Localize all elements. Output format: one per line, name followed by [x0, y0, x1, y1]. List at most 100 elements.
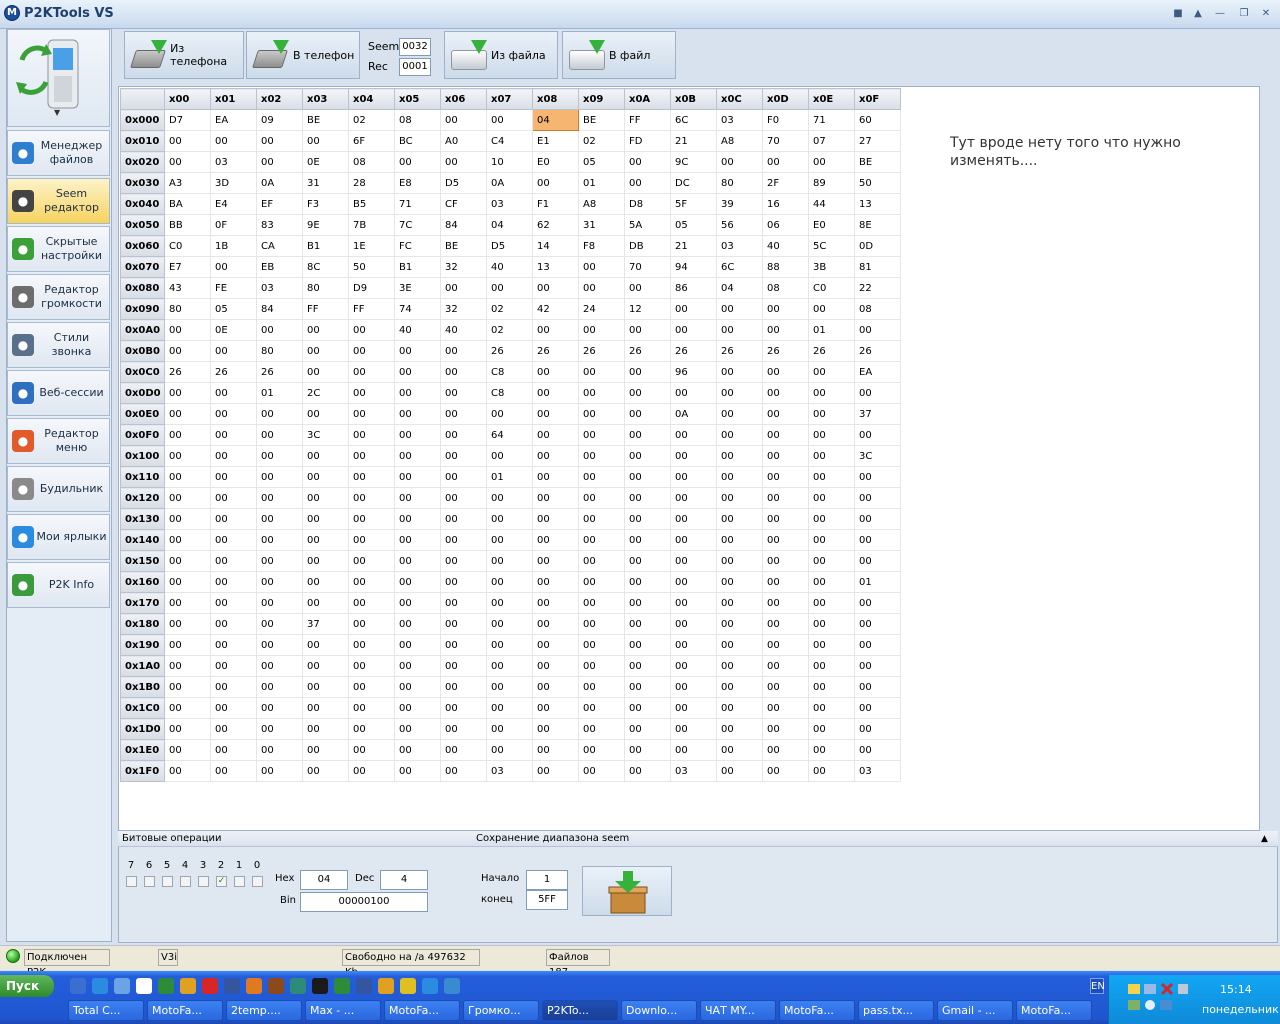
hex-cell[interactable]: 00 [486, 277, 533, 299]
hex-cell[interactable]: 00 [624, 592, 671, 614]
hex-cell[interactable]: 00 [762, 676, 809, 698]
hex-cell[interactable]: 00 [762, 487, 809, 509]
hex-cell[interactable]: 00 [256, 592, 303, 614]
hex-cell[interactable]: 00 [624, 277, 671, 299]
hex-cell[interactable]: 00 [532, 592, 579, 614]
hex-cell[interactable]: 05 [578, 151, 625, 173]
hex-cell[interactable]: 00 [164, 739, 211, 761]
hex-field[interactable]: 04 [300, 870, 348, 890]
hex-cell[interactable]: 00 [854, 613, 901, 635]
hex-cell[interactable]: 00 [440, 676, 487, 698]
taskbar-item[interactable]: MotoFa... [384, 1000, 460, 1021]
hex-cell[interactable]: 3E [394, 277, 441, 299]
hex-cell[interactable]: 00 [302, 571, 349, 593]
bit-checkbox[interactable] [180, 876, 191, 887]
hex-cell[interactable]: 24 [578, 298, 625, 320]
hex-cell[interactable]: 00 [256, 445, 303, 467]
hex-cell[interactable]: 6C [670, 109, 717, 131]
sidebar-item-7[interactable]: ● Будильник [7, 466, 110, 512]
hex-cell[interactable]: 00 [670, 298, 717, 320]
hex-cell[interactable]: 00 [164, 403, 211, 425]
hex-cell[interactable]: 00 [854, 739, 901, 761]
hex-cell[interactable]: 00 [394, 424, 441, 446]
bit-checkbox[interactable] [234, 876, 245, 887]
taskbar-item[interactable]: 2temp.... [226, 1000, 302, 1021]
quick-launch-icon[interactable] [114, 978, 130, 994]
hex-cell[interactable]: 00 [532, 424, 579, 446]
hex-cell[interactable]: 31 [578, 214, 625, 236]
hex-cell[interactable]: 00 [532, 676, 579, 698]
hex-cell[interactable]: 70 [762, 130, 809, 152]
hex-cell[interactable]: 03 [670, 760, 717, 782]
hex-cell[interactable]: 00 [532, 550, 579, 572]
hex-cell[interactable]: 00 [486, 445, 533, 467]
hex-cell[interactable]: 88 [762, 256, 809, 278]
hex-cell[interactable]: A8 [716, 130, 763, 152]
hex-cell[interactable]: D5 [440, 172, 487, 194]
hex-cell[interactable]: E8 [394, 172, 441, 194]
hex-cell[interactable]: 00 [348, 361, 395, 383]
hex-cell[interactable]: 00 [394, 760, 441, 782]
hex-cell[interactable]: 00 [302, 592, 349, 614]
hex-cell[interactable]: 00 [348, 718, 395, 740]
hex-cell[interactable]: 00 [256, 760, 303, 782]
hex-cell[interactable]: 00 [762, 319, 809, 341]
hex-cell[interactable]: 01 [854, 571, 901, 593]
hex-cell[interactable]: 00 [578, 571, 625, 593]
hex-cell[interactable]: 00 [164, 487, 211, 509]
bit-checkbox[interactable] [126, 876, 137, 887]
hex-cell[interactable]: 00 [808, 613, 855, 635]
hex-cell[interactable]: 00 [716, 466, 763, 488]
hex-cell[interactable]: 00 [210, 550, 257, 572]
hex-cell[interactable]: 00 [578, 424, 625, 446]
hex-cell[interactable]: 00 [302, 655, 349, 677]
hex-cell[interactable]: 00 [532, 529, 579, 551]
hex-cell[interactable]: 00 [716, 697, 763, 719]
hex-cell[interactable]: 8E [854, 214, 901, 236]
hex-cell[interactable]: 32 [440, 298, 487, 320]
hex-cell[interactable]: 32 [440, 256, 487, 278]
hex-cell[interactable]: 00 [210, 340, 257, 362]
hex-cell[interactable]: 00 [256, 487, 303, 509]
bit-checkbox[interactable] [162, 876, 173, 887]
hex-cell[interactable]: 00 [348, 613, 395, 635]
hex-cell[interactable]: 00 [486, 676, 533, 698]
hex-cell[interactable]: 00 [302, 466, 349, 488]
hex-cell[interactable]: 00 [210, 256, 257, 278]
to-phone-button[interactable]: В телефон [246, 31, 360, 79]
hex-cell[interactable]: 00 [164, 529, 211, 551]
hex-cell[interactable]: 81 [854, 256, 901, 278]
hex-cell[interactable]: BE [440, 235, 487, 257]
hex-cell[interactable]: 00 [624, 361, 671, 383]
hex-cell[interactable]: 27 [854, 130, 901, 152]
chevron-up-icon[interactable]: ▲ [1190, 7, 1206, 21]
hex-cell[interactable]: 00 [624, 550, 671, 572]
hex-cell[interactable]: 00 [440, 361, 487, 383]
hex-cell[interactable]: 00 [348, 529, 395, 551]
hex-cell[interactable]: 00 [624, 613, 671, 635]
hex-cell[interactable]: 00 [578, 256, 625, 278]
hex-cell[interactable]: 00 [486, 634, 533, 656]
hex-cell[interactable]: 00 [808, 529, 855, 551]
hex-cell[interactable]: 00 [762, 697, 809, 719]
hex-cell[interactable]: 00 [348, 655, 395, 677]
hex-cell[interactable]: 00 [394, 151, 441, 173]
hex-cell[interactable]: 00 [854, 487, 901, 509]
hex-cell[interactable]: 00 [302, 340, 349, 362]
hex-cell[interactable]: 00 [440, 571, 487, 593]
hex-cell[interactable]: 0D [854, 235, 901, 257]
hex-cell[interactable]: 00 [808, 445, 855, 467]
hex-cell[interactable]: F3 [302, 193, 349, 215]
hex-cell[interactable]: 00 [210, 487, 257, 509]
sidebar-item-8[interactable]: ● Мои ярлыки [7, 514, 110, 560]
hex-cell[interactable]: 00 [394, 655, 441, 677]
hex-cell[interactable]: 00 [532, 277, 579, 299]
hex-cell[interactable]: 00 [440, 340, 487, 362]
hex-cell[interactable]: E4 [210, 193, 257, 215]
hex-cell[interactable]: 00 [854, 718, 901, 740]
hex-cell[interactable]: 00 [440, 424, 487, 446]
hex-cell[interactable]: 71 [394, 193, 441, 215]
hex-cell[interactable]: 00 [302, 319, 349, 341]
hex-cell[interactable]: 00 [256, 655, 303, 677]
seem-field[interactable]: 0032 [399, 38, 431, 56]
